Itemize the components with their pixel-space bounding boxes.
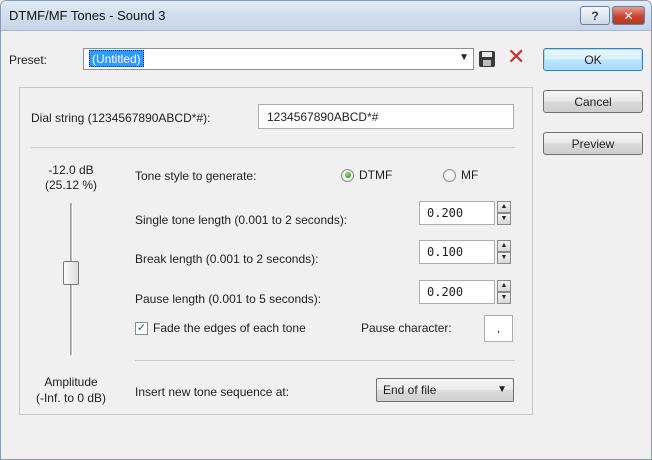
preset-value: (Untitled)	[89, 50, 144, 67]
insert-position-label: Insert new tone sequence at:	[135, 385, 290, 399]
insert-position-value: End of file	[383, 383, 437, 397]
close-icon: ✕	[623, 8, 634, 23]
mf-radio-label: MF	[461, 168, 479, 182]
save-preset-icon[interactable]	[479, 51, 495, 67]
amplitude-range-label: (-Inf. to 0 dB)	[35, 391, 107, 405]
pause-character-label: Pause character:	[361, 321, 452, 335]
spin-up-icon[interactable]: ▲	[497, 280, 511, 292]
dial-string-input[interactable]: 1234567890ABCD*#	[258, 104, 514, 129]
delete-preset-icon[interactable]: ✕	[507, 46, 525, 68]
break-length-spinner[interactable]: ▲ ▼	[497, 240, 511, 264]
title-bar: DTMF/MF Tones - Sound 3 ? ✕	[1, 1, 651, 31]
break-length-input[interactable]: 0.100	[419, 240, 495, 264]
spin-up-icon[interactable]: ▲	[497, 201, 511, 213]
divider	[31, 147, 515, 148]
pause-character-input[interactable]: ,	[484, 315, 513, 342]
dtmf-radio-label: DTMF	[359, 168, 393, 182]
window-title: DTMF/MF Tones - Sound 3	[9, 8, 166, 23]
fade-edges-checkbox[interactable]: ✓	[135, 322, 148, 335]
preview-button[interactable]: Preview	[543, 132, 643, 155]
pause-length-label: Pause length (0.001 to 5 seconds):	[135, 292, 322, 306]
cancel-button[interactable]: Cancel	[543, 90, 643, 113]
chevron-down-icon[interactable]: ▼	[459, 52, 469, 63]
mf-radio[interactable]: MF	[443, 168, 478, 182]
divider	[135, 360, 515, 361]
pause-length-input[interactable]: 0.200	[419, 280, 495, 304]
fade-edges-label[interactable]: Fade the edges of each tone	[153, 321, 306, 335]
help-button[interactable]: ?	[580, 6, 610, 25]
help-icon: ?	[591, 8, 599, 23]
dtmf-radio[interactable]: DTMF	[341, 168, 392, 182]
radio-unselected-icon	[443, 168, 456, 182]
chevron-down-icon: ▼	[497, 384, 507, 395]
single-tone-length-input[interactable]: 0.200	[419, 201, 495, 225]
tone-style-label: Tone style to generate:	[135, 169, 257, 183]
amplitude-percent-value: (25.12 %)	[44, 178, 98, 192]
break-length-label: Break length (0.001 to 2 seconds):	[135, 252, 319, 266]
ok-button[interactable]: OK	[543, 48, 643, 71]
close-button[interactable]: ✕	[612, 6, 645, 25]
pause-length-spinner[interactable]: ▲ ▼	[497, 280, 511, 304]
dial-string-label: Dial string (1234567890ABCD*#):	[31, 111, 211, 125]
preset-combo[interactable]: (Untitled) ▼	[83, 48, 474, 70]
spin-down-icon[interactable]: ▼	[497, 252, 511, 264]
single-tone-length-spinner[interactable]: ▲ ▼	[497, 201, 511, 225]
spin-up-icon[interactable]: ▲	[497, 240, 511, 252]
amplitude-db-value: -12.0 dB	[48, 163, 94, 177]
preset-label: Preset:	[9, 53, 48, 67]
insert-position-select[interactable]: End of file ▼	[376, 378, 514, 402]
radio-selected-icon	[341, 168, 354, 182]
spin-down-icon[interactable]: ▼	[497, 213, 511, 225]
dtmf-dialog-window: DTMF/MF Tones - Sound 3 ? ✕ Preset: (Unt…	[0, 0, 652, 460]
amplitude-label: Amplitude	[44, 375, 98, 389]
single-tone-length-label: Single tone length (0.001 to 2 seconds):	[135, 213, 348, 227]
spin-down-icon[interactable]: ▼	[497, 292, 511, 304]
amplitude-slider-thumb[interactable]	[63, 261, 79, 285]
